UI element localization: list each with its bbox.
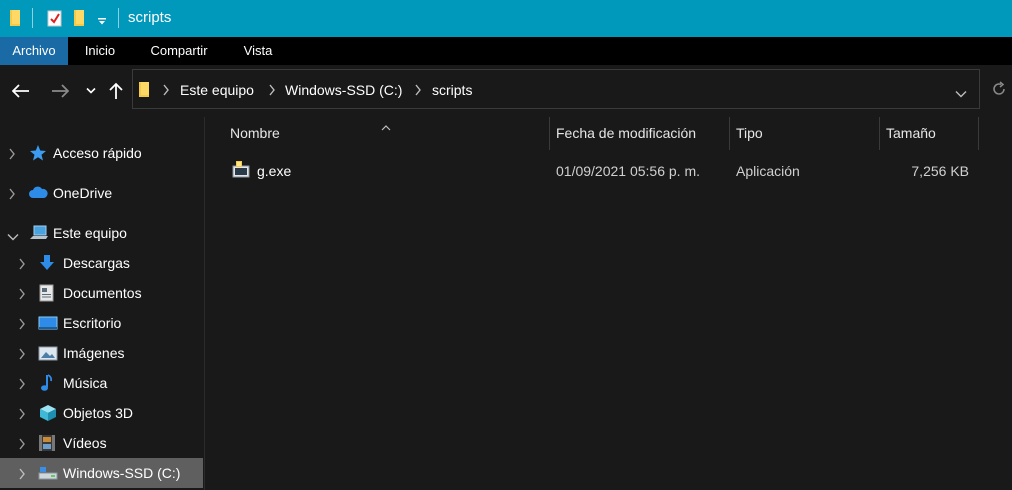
sidebar-item-label: Escritorio [63, 315, 122, 331]
sidebar-item-label: Acceso rápido [53, 145, 142, 161]
sidebar-item-windows-ssd[interactable]: Windows-SSD (C:) [0, 458, 203, 488]
sidebar-item-objetos-3d[interactable]: Objetos 3D [0, 398, 204, 428]
tab-inicio[interactable]: Inicio [68, 37, 132, 65]
application-icon [231, 159, 251, 182]
column-header-fecha-modificacion[interactable]: Fecha de modificación [549, 117, 729, 150]
folder-icon [139, 81, 151, 101]
file-type: Aplicación [736, 163, 800, 179]
sidebar-item-este-equipo[interactable]: Este equipo [0, 218, 204, 248]
sidebar-item-acceso-rapido[interactable]: Acceso rápido [0, 138, 204, 168]
column-header-label: Nombre [230, 125, 280, 141]
file-list: Nombre Fecha de modificación Tipo Tamaño… [206, 117, 1012, 490]
title-bar: scripts [0, 0, 1012, 37]
titlebar-separator [118, 8, 119, 28]
breadcrumb-este-equipo[interactable]: Este equipo [180, 82, 254, 98]
breadcrumb-chevron-icon[interactable] [162, 83, 172, 97]
back-button[interactable] [9, 79, 33, 103]
film-icon [38, 434, 56, 452]
navigation-pane: Acceso rápido OneDrive Este equipo Desca… [0, 117, 205, 490]
chevron-right-icon[interactable] [18, 287, 28, 300]
new-folder-icon[interactable] [73, 9, 87, 30]
breadcrumb-chevron-icon[interactable] [414, 83, 424, 97]
sidebar-item-label: Descargas [63, 255, 130, 271]
recent-locations-button[interactable] [79, 79, 103, 103]
properties-checklist-icon[interactable] [47, 9, 63, 30]
star-icon [29, 144, 47, 162]
breadcrumb-drive[interactable]: Windows-SSD (C:) [285, 82, 402, 98]
column-divider[interactable] [978, 117, 979, 150]
file-size: 7,256 KB [911, 163, 969, 179]
sidebar-item-label: Imágenes [63, 345, 125, 361]
computer-icon [29, 224, 48, 242]
chevron-right-icon[interactable] [18, 437, 28, 450]
breadcrumb-chevron-icon[interactable] [268, 83, 278, 97]
music-note-icon [38, 374, 56, 392]
sidebar-item-escritorio[interactable]: Escritorio [0, 308, 204, 338]
sidebar-item-label: Vídeos [63, 435, 107, 451]
sidebar-item-descargas[interactable]: Descargas [0, 248, 204, 278]
column-header-tamano[interactable]: Tamaño [879, 117, 978, 150]
file-name: g.exe [257, 163, 292, 179]
sidebar-item-label: Documentos [63, 285, 142, 301]
download-arrow-icon [38, 254, 56, 272]
chevron-down-icon [86, 87, 96, 94]
chevron-right-icon[interactable] [18, 467, 28, 480]
forward-arrow-icon [52, 84, 69, 98]
pictures-icon [38, 344, 58, 362]
desktop-icon [38, 314, 58, 332]
chevron-right-icon[interactable] [8, 187, 18, 200]
column-header-label: Tipo [736, 125, 763, 141]
sidebar-item-imagenes[interactable]: Imágenes [0, 338, 204, 368]
up-button[interactable] [104, 79, 128, 103]
chevron-right-icon[interactable] [18, 377, 28, 390]
tab-vista[interactable]: Vista [226, 37, 290, 65]
sidebar-item-label: Este equipo [53, 225, 127, 241]
chevron-down-icon[interactable] [7, 228, 19, 241]
up-arrow-icon [109, 82, 123, 99]
cube-3d-icon [38, 404, 56, 422]
sidebar-item-onedrive[interactable]: OneDrive [0, 178, 204, 208]
forward-button[interactable] [48, 79, 72, 103]
column-header-nombre[interactable]: Nombre [223, 117, 549, 150]
window-title: scripts [128, 9, 172, 26]
cloud-icon [28, 184, 48, 202]
address-bar[interactable]: Este equipo Windows-SSD (C:) scripts [132, 69, 980, 109]
chevron-right-icon[interactable] [8, 147, 18, 160]
sidebar-item-musica[interactable]: Música [0, 368, 204, 398]
tab-archivo[interactable]: Archivo [0, 37, 68, 65]
chevron-right-icon[interactable] [18, 317, 28, 330]
tab-compartir[interactable]: Compartir [132, 37, 226, 65]
table-row[interactable]: g.exe 01/09/2021 05:56 p. m. Aplicación … [224, 157, 984, 185]
sidebar-item-videos[interactable]: Vídeos [0, 428, 204, 458]
sidebar-item-label: OneDrive [53, 185, 113, 201]
back-arrow-icon [12, 84, 29, 98]
address-dropdown-chevron-icon[interactable] [955, 85, 967, 101]
drive-icon [37, 464, 58, 482]
column-header-tipo[interactable]: Tipo [729, 117, 879, 150]
file-modified: 01/09/2021 05:56 p. m. [556, 163, 700, 179]
customize-dropdown-icon[interactable] [97, 14, 107, 30]
sidebar-item-label: Objetos 3D [63, 405, 134, 421]
titlebar-separator [32, 8, 33, 28]
chevron-right-icon[interactable] [18, 257, 28, 270]
column-header-label: Tamaño [886, 125, 936, 141]
column-header-label: Fecha de modificación [556, 125, 697, 141]
folder-icon[interactable] [9, 9, 23, 30]
chevron-right-icon[interactable] [18, 347, 28, 360]
ribbon-tabs: Archivo Inicio Compartir Vista [0, 37, 1012, 65]
document-icon [38, 284, 56, 302]
sidebar-item-label: Música [63, 375, 108, 391]
sidebar-item-documentos[interactable]: Documentos [0, 278, 204, 308]
breadcrumb-scripts[interactable]: scripts [432, 82, 472, 98]
sidebar-item-label: Windows-SSD (C:) [63, 465, 181, 481]
refresh-icon[interactable] [991, 81, 1007, 100]
chevron-right-icon[interactable] [18, 407, 28, 420]
